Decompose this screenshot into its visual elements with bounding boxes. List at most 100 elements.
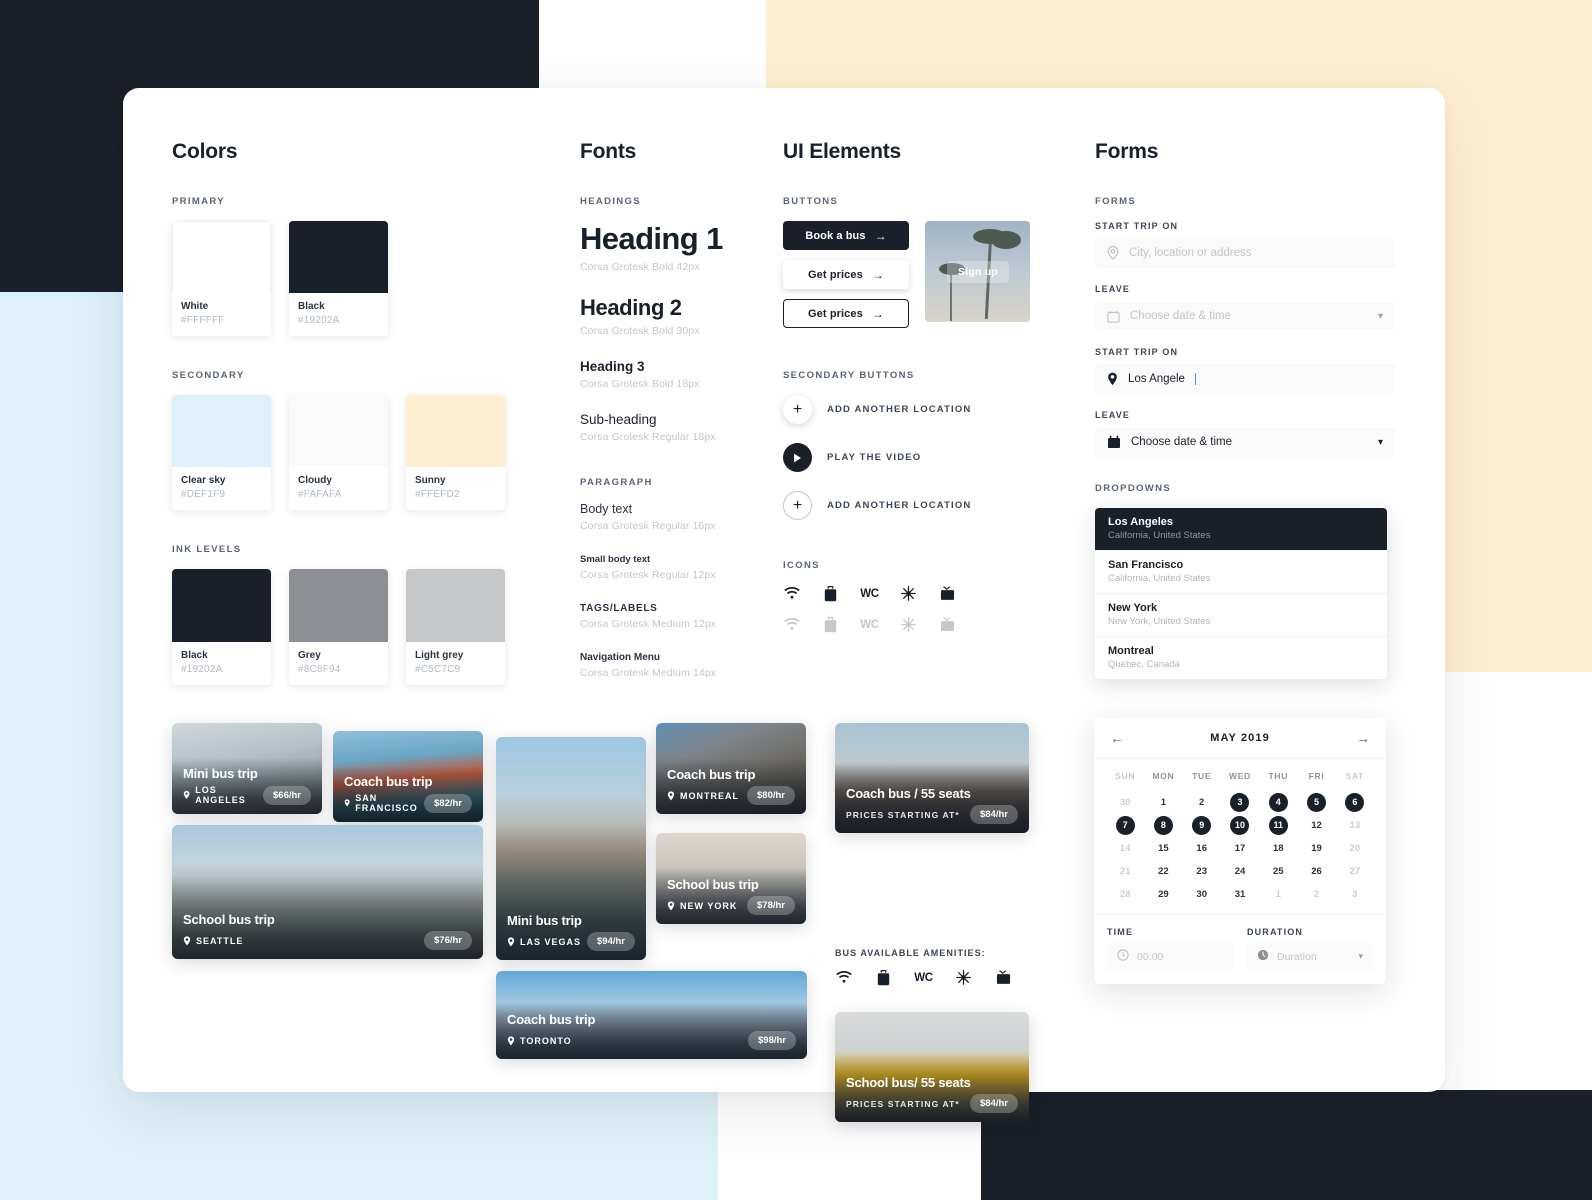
type-sample-spec: Corsa Grotesk Medium 14px <box>580 667 717 679</box>
trip-card-san-francisco[interactable]: Coach bus trip SAN FRANCISCO $82/hr <box>333 731 483 822</box>
luggage-icon[interactable] <box>875 969 892 986</box>
trip-card-toronto[interactable]: Coach bus trip TORONTO $98/hr <box>496 971 807 1059</box>
ink-swatch-row: Black #19202A Grey #8C8F94 Light grey #C… <box>172 569 552 685</box>
type-sample-text: TAGS/LABELS <box>580 603 658 614</box>
card-location-text: MONTREAL <box>680 790 739 801</box>
chevron-down-icon[interactable]: ▾ <box>1378 437 1383 448</box>
air-conditioning-icon-disabled <box>900 616 917 633</box>
arrow-right-icon: → <box>871 306 884 321</box>
swatch-name: Black <box>181 650 208 661</box>
wifi-icon[interactable] <box>835 969 852 986</box>
type-sample-heading-2: Heading 2 Corsa Grotesk Bold 30px <box>580 295 770 337</box>
swatch-hex: #FFFFFF <box>181 315 225 326</box>
add-another-location-button-outline[interactable]: + ADD ANOTHER LOCATION <box>783 491 1083 520</box>
get-prices-button-outline[interactable]: Get prices → <box>783 299 909 328</box>
pin-outline-icon <box>1107 246 1119 260</box>
trip-card-las-vegas[interactable]: Mini bus trip LAS VEGAS $94/hr <box>496 737 646 960</box>
trip-card-seattle[interactable]: School bus trip SEATTLE $76/hr <box>172 825 483 959</box>
swatch-hex: #DEF1F9 <box>181 489 226 500</box>
type-sample-spec: Corsa Grotesk Bold 42px <box>580 261 700 273</box>
card-location-text: NEW YORK <box>680 900 738 911</box>
type-sample-text: Heading 1 <box>580 221 723 256</box>
card-location-text: TORONTO <box>520 1035 572 1046</box>
add-another-location-button[interactable]: + ADD ANOTHER LOCATION <box>783 395 1083 424</box>
trip-card-montreal[interactable]: Coach bus trip MONTREAL $80/hr <box>656 723 806 814</box>
card-price: $66/hr <box>263 785 311 805</box>
wc-icon[interactable]: WC <box>860 585 879 602</box>
get-prices-button-elevated[interactable]: Get prices → <box>783 260 909 289</box>
leave-datetime-select-empty[interactable]: Choose date & time ▾ <box>1095 301 1395 331</box>
wc-text: WC <box>860 618 879 631</box>
swatch-name: Cloudy <box>298 475 332 486</box>
dropdown-option-montreal[interactable]: Montreal Quebec, Canada <box>1095 637 1387 679</box>
card-location: LOS ANGELES <box>183 785 263 805</box>
secondary-buttons-label: SECONDARY BUTTONS <box>783 370 915 381</box>
color-swatch[interactable]: Cloudy #FAFAFA <box>289 395 388 510</box>
tv-icon[interactable] <box>995 969 1012 986</box>
pin-solid-icon <box>1107 372 1118 386</box>
bus-card-school[interactable]: School bus/ 55 seats PRICES STARTING AT*… <box>835 1012 1029 1122</box>
swatch-chip <box>289 569 388 642</box>
type-sample-text: Heading 3 <box>580 359 645 374</box>
dropdown-option-los-angeles[interactable]: Los Angeles California, United States <box>1095 508 1387 551</box>
city-dropdown-list[interactable]: Los Angeles California, United States Sa… <box>1095 508 1387 679</box>
trip-card-los-angeles[interactable]: Mini bus trip LOS ANGELES $66/hr <box>172 723 322 814</box>
chevron-down-icon[interactable]: ▾ <box>1378 311 1383 322</box>
card-price: $78/hr <box>747 896 795 915</box>
pin-solid-icon <box>183 935 191 945</box>
button-label: Get prices <box>808 268 863 281</box>
card-title: School bus trip <box>667 877 759 892</box>
signup-image-tile[interactable]: Sign up <box>925 221 1030 322</box>
field-label-start-trip-on-2: START TRIP ON <box>1095 347 1179 357</box>
card-title: Coach bus trip <box>344 774 433 789</box>
air-conditioning-icon[interactable] <box>900 585 917 602</box>
card-location: NEW YORK <box>667 901 737 911</box>
wifi-icon[interactable] <box>783 585 800 602</box>
wc-icon[interactable]: WC <box>914 969 933 986</box>
pin-solid-icon <box>344 799 350 807</box>
dropdown-option-city: Montreal <box>1108 645 1154 657</box>
tv-icon[interactable] <box>939 585 956 602</box>
play-the-video-button[interactable]: PLAY THE VIDEO <box>783 443 1083 472</box>
dropdown-option-new-york[interactable]: New York New York, United States <box>1095 594 1387 637</box>
style-guide-panel: Colors PRIMARY White #FFFFFF Black #1920… <box>123 88 1445 1122</box>
pin-solid-icon <box>183 790 190 799</box>
bus-amenities-label: BUS AVAILABLE AMENITIES: <box>835 948 986 958</box>
wc-icon-disabled: WC <box>860 616 879 633</box>
type-sample-spec: Corsa Grotesk Bold 30px <box>580 325 700 337</box>
swatch-name: Grey <box>298 650 321 661</box>
color-swatch[interactable]: Grey #8C8F94 <box>289 569 388 685</box>
card-location-text: LAS VEGAS <box>520 936 582 947</box>
luggage-icon[interactable] <box>822 585 839 602</box>
color-swatch[interactable]: White #FFFFFF <box>172 221 271 336</box>
dropdown-option-city: San Francisco <box>1108 559 1184 571</box>
type-sample-text: Body text <box>580 502 633 516</box>
color-swatch[interactable]: Sunny #FFEFD2 <box>406 395 505 510</box>
signup-button[interactable]: Sign up <box>947 261 1009 283</box>
wifi-icon-disabled <box>783 616 800 633</box>
wc-text: WC <box>914 971 933 984</box>
swatch-chip <box>289 221 388 293</box>
type-sample-navigation-menu: Navigation Menu Corsa Grotesk Medium 14p… <box>580 652 770 679</box>
color-swatch[interactable]: Light grey #C5C7C9 <box>406 569 505 685</box>
start-trip-on-input-filled[interactable]: Los Angele <box>1095 364 1395 394</box>
card-title: Mini bus trip <box>183 766 258 781</box>
color-swatch[interactable]: Clear sky #DEF1F9 <box>172 395 271 510</box>
book-a-bus-button[interactable]: Book a bus → <box>783 221 909 250</box>
swatch-chip <box>289 395 388 467</box>
bus-card-coach[interactable]: Coach bus / 55 seats PRICES STARTING AT*… <box>835 723 1029 833</box>
forms-label: FORMS <box>1095 196 1137 207</box>
card-location-text: LOS ANGELES <box>195 785 246 805</box>
card-price: $80/hr <box>747 786 795 805</box>
color-swatch[interactable]: Black #19202A <box>172 569 271 685</box>
air-conditioning-icon[interactable] <box>955 969 972 986</box>
trip-card-new-york[interactable]: School bus trip NEW YORK $78/hr <box>656 833 806 924</box>
card-price: $82/hr <box>424 793 472 813</box>
start-trip-on-input-empty[interactable]: City, location or address <box>1095 238 1395 268</box>
color-swatch[interactable]: Black #19202A <box>289 221 388 336</box>
leave-datetime-select-active[interactable]: Choose date & time ▾ <box>1095 427 1395 457</box>
dropdown-option-san-francisco[interactable]: San Francisco California, United States <box>1095 551 1387 594</box>
type-sample-text: Navigation Menu <box>580 652 661 663</box>
type-sample-spec: Corsa Grotesk Regular 18px <box>580 431 716 443</box>
card-location-text: SAN FRANCISCO <box>355 793 418 813</box>
